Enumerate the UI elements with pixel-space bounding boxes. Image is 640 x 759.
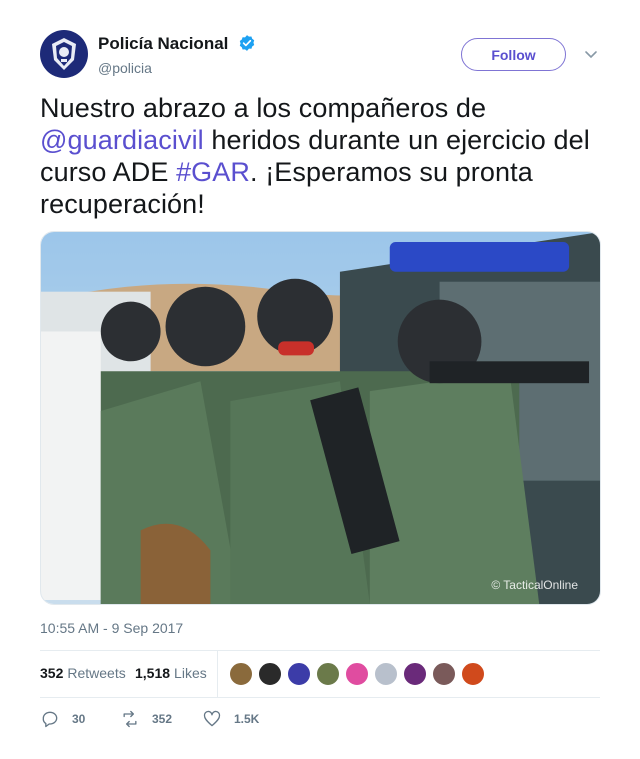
liker-avatar[interactable] bbox=[316, 662, 340, 686]
heart-icon bbox=[203, 710, 221, 727]
display-name[interactable]: Policía Nacional bbox=[98, 34, 256, 54]
likes-stat[interactable]: 1,518 Likes bbox=[135, 665, 207, 681]
tweet-image[interactable]: © TacticalOnline bbox=[40, 231, 601, 605]
liker-avatar[interactable] bbox=[403, 662, 427, 686]
liker-avatar[interactable] bbox=[374, 662, 398, 686]
likes-count: 1,518 bbox=[135, 665, 171, 681]
liker-avatar[interactable] bbox=[461, 662, 485, 686]
liker-avatar[interactable] bbox=[432, 662, 456, 686]
retweet-icon bbox=[123, 710, 137, 728]
retweets-count: 352 bbox=[40, 665, 64, 681]
tweet-timestamp[interactable]: 10:55 AM - 9 Sep 2017 bbox=[40, 620, 183, 636]
liker-avatar[interactable] bbox=[287, 662, 311, 686]
photo-soldiers-illustration bbox=[41, 232, 600, 604]
like-count: 1.5K bbox=[234, 712, 260, 726]
chevron-down-icon[interactable] bbox=[583, 46, 599, 62]
verified-badge-icon bbox=[239, 35, 255, 51]
display-name-text: Policía Nacional bbox=[98, 34, 229, 53]
likes-label: Likes bbox=[174, 665, 207, 681]
reply-button[interactable]: 30 bbox=[40, 709, 85, 729]
image-watermark: © TacticalOnline bbox=[491, 578, 578, 592]
police-badge-icon bbox=[52, 38, 76, 70]
liker-avatar[interactable] bbox=[345, 662, 369, 686]
tweet-actions: 30 352 1.5K bbox=[40, 705, 600, 733]
stats-separator bbox=[217, 651, 218, 697]
follow-button[interactable]: Follow bbox=[461, 38, 566, 71]
mention-link[interactable]: @guardiacivil bbox=[40, 125, 204, 155]
account-handle[interactable]: @policia bbox=[98, 60, 152, 76]
account-avatar[interactable] bbox=[40, 30, 88, 78]
like-button[interactable]: 1.5K bbox=[202, 709, 259, 729]
reply-icon bbox=[42, 711, 58, 728]
tweet-text: Nuestro abrazo a los compañeros de @guar… bbox=[40, 92, 610, 220]
reply-count: 30 bbox=[72, 712, 86, 726]
liker-avatar[interactable] bbox=[229, 662, 253, 686]
retweet-button[interactable]: 352 bbox=[120, 709, 172, 729]
liker-avatar[interactable] bbox=[258, 662, 282, 686]
retweets-stat[interactable]: 352 Retweets bbox=[40, 665, 126, 681]
tweet-text-part: Nuestro abrazo a los compañeros de bbox=[40, 93, 487, 123]
tweet-stats: 352 Retweets 1,518 Likes bbox=[40, 651, 600, 697]
tweet-header: Policía Nacional @policia Follow bbox=[40, 30, 600, 80]
retweet-count: 352 bbox=[152, 712, 173, 726]
divider bbox=[40, 697, 600, 698]
retweets-label: Retweets bbox=[67, 665, 126, 681]
hashtag-link[interactable]: #GAR bbox=[176, 157, 250, 187]
